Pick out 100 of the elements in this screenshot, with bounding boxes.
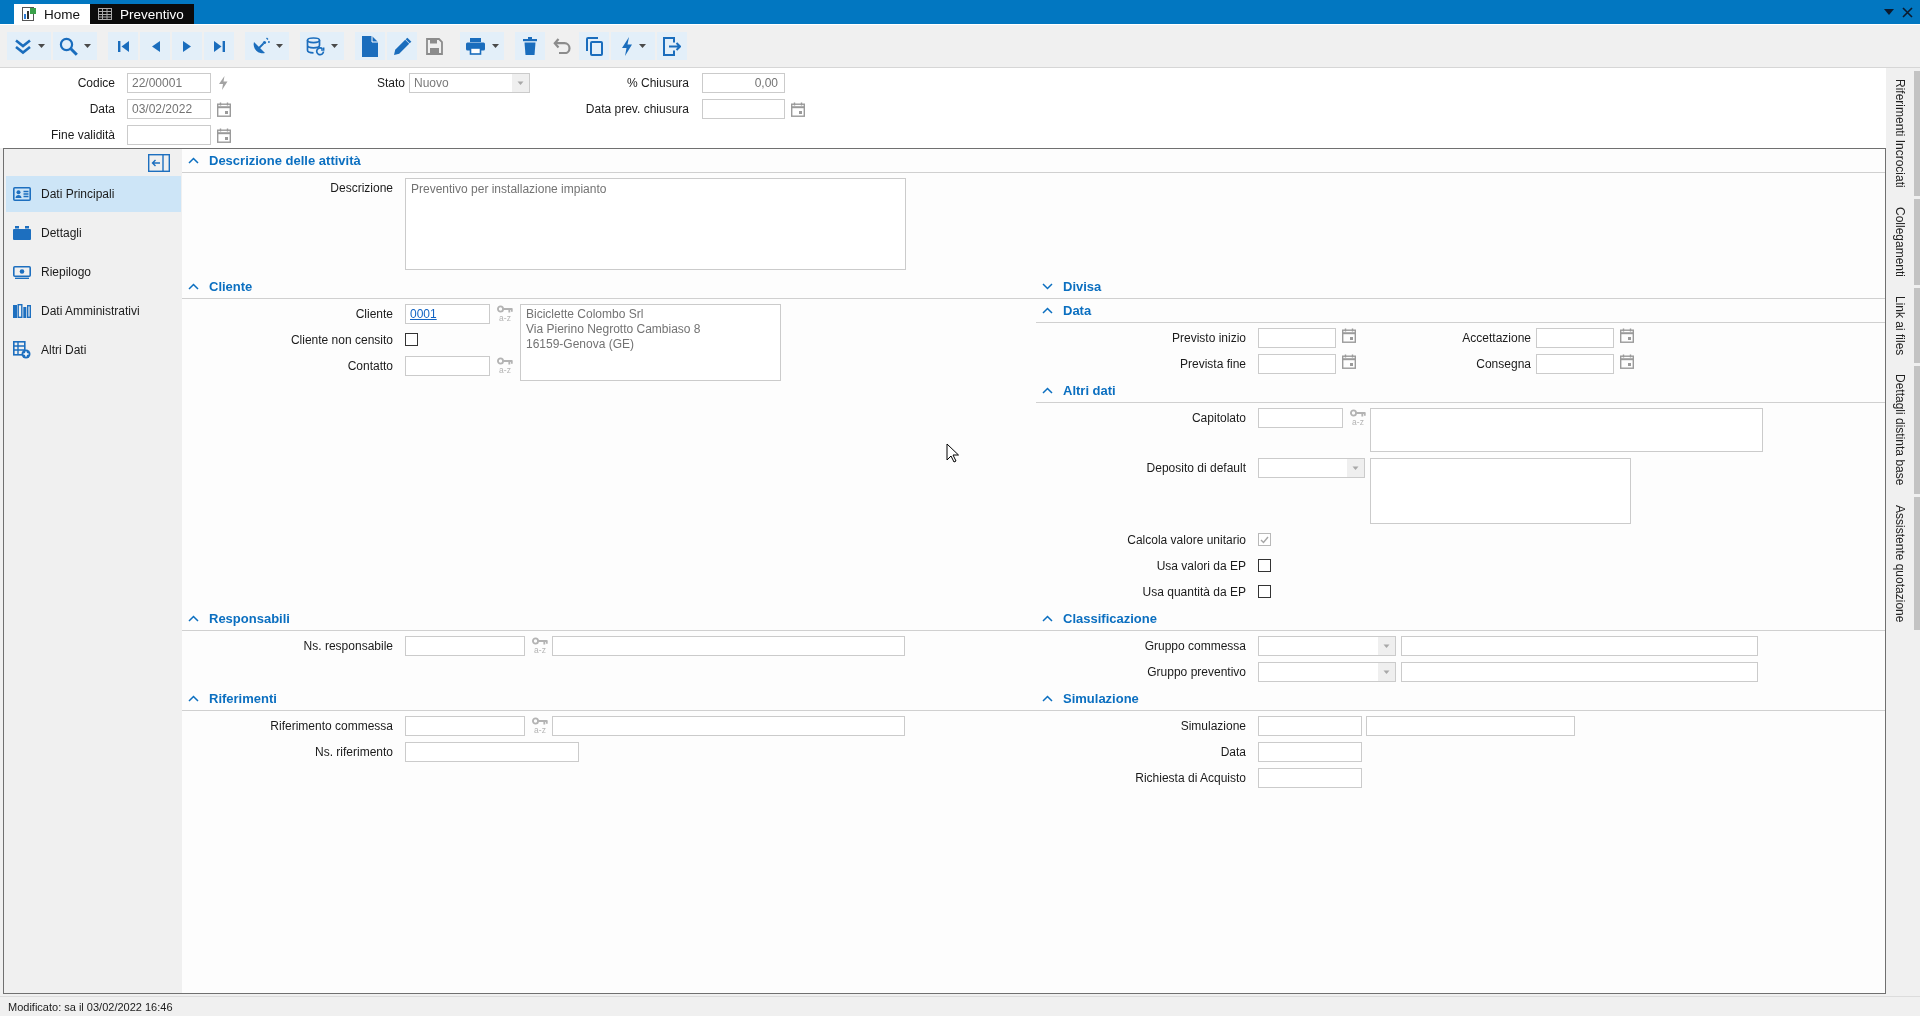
caret-down-icon xyxy=(512,74,529,92)
side-tab[interactable]: Link ai files xyxy=(1886,287,1920,364)
date-field[interactable] xyxy=(702,99,785,119)
lightning-icon[interactable] xyxy=(218,76,228,90)
sidebar-item[interactable]: Altri Dati xyxy=(6,332,181,368)
exit-icon xyxy=(663,36,681,56)
calendar-icon[interactable] xyxy=(217,127,231,143)
calendar-icon[interactable] xyxy=(1620,354,1634,369)
toolbar-button[interactable] xyxy=(140,32,170,60)
close-icon[interactable] xyxy=(1902,6,1913,18)
code-field[interactable]: 22/00001 xyxy=(127,73,211,93)
description-field[interactable]: Preventivo per installazione impianto xyxy=(405,178,906,270)
field-label: Simulazione xyxy=(1179,718,1246,735)
collapse-panel-icon[interactable] xyxy=(148,153,170,172)
calendar-icon[interactable] xyxy=(1342,354,1356,369)
chevron-down-icon[interactable] xyxy=(1042,283,1053,290)
toolbar-button[interactable] xyxy=(245,32,289,60)
chevron-up-icon[interactable] xyxy=(188,695,199,702)
chevron-up-icon[interactable] xyxy=(1042,615,1053,622)
lightning-icon xyxy=(620,36,633,56)
checkbox[interactable] xyxy=(1258,585,1271,598)
input-field[interactable] xyxy=(1258,742,1362,762)
double-chevron-down-icon xyxy=(13,37,32,55)
toolbar-button[interactable] xyxy=(300,32,344,60)
chevron-up-icon[interactable] xyxy=(188,283,199,290)
toolbar-button[interactable] xyxy=(108,32,138,60)
chevron-up-icon[interactable] xyxy=(188,615,199,622)
toolbar-button[interactable] xyxy=(355,32,385,60)
toolbar-button[interactable] xyxy=(611,32,655,60)
toolbar-button[interactable] xyxy=(7,32,51,60)
input-field[interactable] xyxy=(1401,636,1758,656)
input-field[interactable] xyxy=(1258,408,1343,428)
date-field[interactable] xyxy=(1258,354,1336,374)
key-icon xyxy=(532,637,548,645)
dropdown[interactable]: Nuovo xyxy=(409,73,530,93)
input-field[interactable] xyxy=(552,716,905,736)
chevron-up-icon[interactable] xyxy=(1042,695,1053,702)
dropdown[interactable] xyxy=(1258,662,1396,682)
side-tab[interactable]: Collegamenti xyxy=(1886,198,1920,285)
window-tab[interactable]: Preventivo xyxy=(90,4,194,24)
date-field[interactable] xyxy=(127,125,211,145)
toolbar-button[interactable] xyxy=(460,32,504,60)
field-label: Ns. responsabile xyxy=(302,638,393,655)
address-line: Via Pierino Negrotto Cambiaso 8 xyxy=(526,322,702,337)
input-field[interactable] xyxy=(1258,768,1362,788)
calendar-icon[interactable] xyxy=(1620,328,1634,343)
input-field[interactable] xyxy=(552,636,905,656)
field-label: Fine validità xyxy=(49,127,115,144)
input-field[interactable] xyxy=(405,356,490,376)
caret-down-icon[interactable] xyxy=(1884,9,1894,15)
number-field[interactable]: 0,00 xyxy=(702,73,785,93)
satellite-dish-icon xyxy=(251,37,270,55)
calendar-icon[interactable] xyxy=(217,101,231,117)
toolbar-button[interactable] xyxy=(204,32,234,60)
input-field[interactable] xyxy=(1258,716,1362,736)
chevron-up-icon[interactable] xyxy=(1042,387,1053,394)
calendar-icon[interactable] xyxy=(791,101,805,117)
side-tab[interactable]: Riferimenti Incrociati xyxy=(1886,71,1920,196)
sidebar-item[interactable]: Dati Principali xyxy=(6,176,181,212)
toolbar-button[interactable] xyxy=(657,32,687,60)
toolbar-button[interactable] xyxy=(515,32,545,60)
side-tab[interactable]: Assistente quotazione xyxy=(1886,496,1920,630)
dropdown[interactable] xyxy=(1258,636,1396,656)
date-field[interactable] xyxy=(1536,354,1614,374)
sidebar-item[interactable]: Dettagli xyxy=(6,215,181,251)
toolbar-button[interactable] xyxy=(387,32,417,60)
toolbar-button[interactable] xyxy=(172,32,202,60)
input-field[interactable] xyxy=(1401,662,1758,682)
date-field[interactable]: 03/02/2022 xyxy=(127,99,211,119)
date-field[interactable] xyxy=(1536,328,1614,348)
input-field[interactable] xyxy=(405,716,525,736)
dropdown[interactable] xyxy=(1258,458,1365,478)
chevron-up-icon[interactable] xyxy=(188,157,199,164)
chevron-up-icon[interactable] xyxy=(1042,307,1053,314)
window-tab[interactable]: Home xyxy=(14,4,90,24)
sidebar-item[interactable]: Riepilogo xyxy=(6,254,181,290)
date-field[interactable] xyxy=(1258,328,1336,348)
checkbox[interactable] xyxy=(1258,559,1271,572)
toolbar-button[interactable] xyxy=(53,32,97,60)
text-area[interactable] xyxy=(1370,408,1763,452)
section-title: Cliente xyxy=(209,279,253,294)
input-field[interactable] xyxy=(1366,716,1575,736)
toolbar-button[interactable] xyxy=(579,32,609,60)
section-title: Altri dati xyxy=(1063,383,1116,398)
section-title: Riferimenti xyxy=(209,691,277,706)
input-field[interactable] xyxy=(405,742,579,762)
side-tab[interactable]: Dettagli distinta base xyxy=(1886,366,1920,494)
field-label: Usa valori da EP xyxy=(1155,558,1246,575)
new-document-icon xyxy=(362,35,378,57)
section-title: Divisa xyxy=(1063,279,1102,294)
text-area[interactable] xyxy=(1370,458,1631,524)
code-link[interactable]: 0001 xyxy=(410,307,437,321)
banknote-icon xyxy=(13,265,31,279)
input-field[interactable]: 0001 xyxy=(405,304,490,324)
checkbox[interactable] xyxy=(405,333,418,346)
next-icon xyxy=(181,39,193,53)
calendar-icon[interactable] xyxy=(1342,328,1356,343)
field-label: Consegna xyxy=(1475,356,1531,373)
sidebar-item[interactable]: Dati Amministrativi xyxy=(6,293,181,329)
input-field[interactable] xyxy=(405,636,525,656)
